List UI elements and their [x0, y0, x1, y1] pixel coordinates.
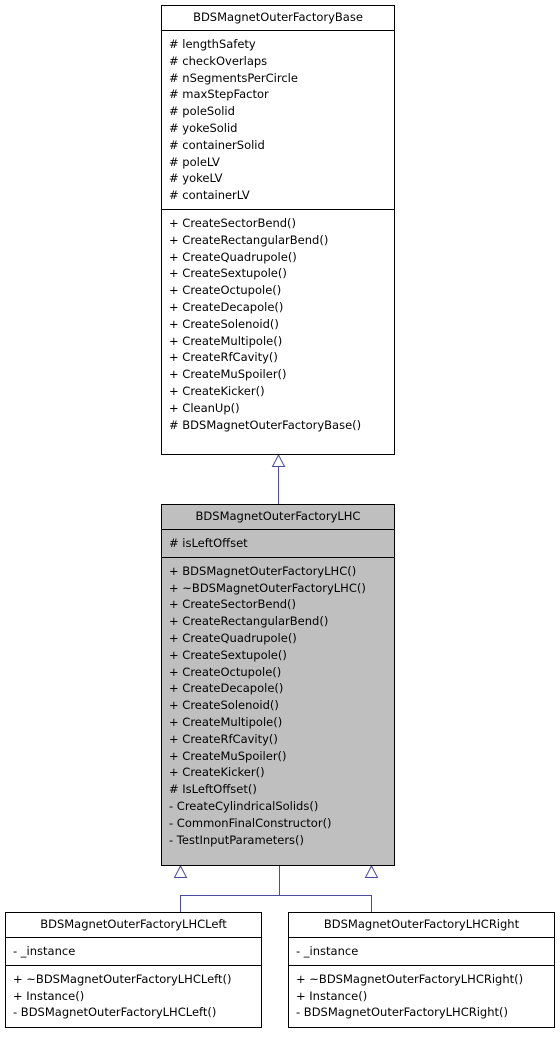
- edge-lhc-to-base: [278, 466, 279, 504]
- class-method: + CreateRectangularBend(): [169, 614, 329, 629]
- class-title-lhc-left: BDSMagnetOuterFactoryLHCLeft: [6, 913, 261, 938]
- class-method: + CreateMultipole(): [169, 333, 283, 348]
- class-method: - BDSMagnetOuterFactoryLHCLeft(): [13, 1005, 217, 1020]
- class-attribute: # nSegmentsPerCircle: [169, 70, 298, 85]
- class-attribute: # lengthSafety: [169, 37, 256, 51]
- class-attribute: # poleLV: [169, 154, 220, 169]
- class-method: + ~BDSMagnetOuterFactoryLHCLeft(): [13, 971, 232, 986]
- class-method: + CreateSolenoid(): [169, 316, 279, 331]
- inheritance-arrow-base: [271, 453, 286, 467]
- class-attributes-lhc: # isLeftOffset: [162, 530, 394, 558]
- edge-right-branch-horizontal: [279, 895, 372, 896]
- class-box-lhc[interactable]: BDSMagnetOuterFactoryLHC # isLeftOffset …: [161, 504, 395, 866]
- class-method: + CreateOctupole(): [169, 664, 282, 679]
- class-method: - CreateCylindricalSolids(): [169, 798, 319, 813]
- class-methods-lhc-right: + ~BDSMagnetOuterFactoryLHCRight() + Ins…: [289, 966, 554, 1026]
- class-attributes-base: # lengthSafety # checkOverlaps # nSegmen…: [162, 31, 394, 210]
- class-methods-lhc: + BDSMagnetOuterFactoryLHC() + ~BDSMagne…: [162, 558, 394, 854]
- class-method: + CreateKicker(): [169, 383, 265, 398]
- class-method: + CreateDecapole(): [169, 681, 284, 696]
- edge-left-branch-horizontal: [180, 895, 279, 896]
- class-box-lhc-left[interactable]: BDSMagnetOuterFactoryLHCLeft - _instance…: [5, 912, 262, 1028]
- class-attribute: # containerLV: [169, 188, 250, 203]
- class-attribute: - _instance: [13, 944, 76, 958]
- class-attribute: # checkOverlaps: [169, 53, 268, 68]
- class-title-lhc-right: BDSMagnetOuterFactoryLHCRight: [289, 913, 554, 938]
- class-box-base[interactable]: BDSMagnetOuterFactoryBase # lengthSafety…: [161, 5, 395, 455]
- class-method: + CreateKicker(): [169, 765, 265, 780]
- class-method: + CreateRfCavity(): [169, 731, 278, 746]
- class-methods-lhc-left: + ~BDSMagnetOuterFactoryLHCLeft() + Inst…: [6, 966, 261, 1026]
- class-method: + CreateMultipole(): [169, 714, 283, 729]
- class-method: # IsLeftOffset(): [169, 782, 257, 797]
- class-method: + CreateMuSpoiler(): [169, 367, 287, 382]
- class-attribute: # isLeftOffset: [169, 536, 248, 550]
- class-method: + CreateSectorBend(): [169, 597, 296, 612]
- class-attribute: # yokeSolid: [169, 120, 238, 135]
- class-method: - TestInputParameters(): [169, 832, 305, 847]
- class-method: + BDSMagnetOuterFactoryLHC(): [169, 563, 357, 578]
- edge-right-branch-vertical: [371, 895, 372, 912]
- class-method: - CommonFinalConstructor(): [169, 815, 332, 830]
- class-method: # BDSMagnetOuterFactoryBase(): [169, 417, 362, 432]
- class-method: + CreateRfCavity(): [169, 350, 278, 365]
- class-methods-base: + CreateSectorBend() + CreateRectangular…: [162, 210, 394, 438]
- class-method: + CreateSectorBend(): [169, 215, 296, 230]
- class-attributes-lhc-right: - _instance: [289, 938, 554, 966]
- class-method: + CreateMuSpoiler(): [169, 748, 287, 763]
- class-method: + CreateDecapole(): [169, 299, 284, 314]
- class-method: + CleanUp(): [169, 400, 240, 415]
- class-method: + Instance(): [13, 988, 85, 1003]
- class-title-base: BDSMagnetOuterFactoryBase: [162, 6, 394, 31]
- class-method: + CreateSextupole(): [169, 266, 287, 281]
- class-attributes-lhc-left: - _instance: [6, 938, 261, 966]
- class-method: - BDSMagnetOuterFactoryLHCRight(): [296, 1005, 508, 1020]
- class-attribute: # poleSolid: [169, 104, 235, 119]
- class-box-lhc-right[interactable]: BDSMagnetOuterFactoryLHCRight - _instanc…: [288, 912, 555, 1028]
- class-attribute: - _instance: [296, 944, 359, 958]
- class-title-lhc: BDSMagnetOuterFactoryLHC: [162, 505, 394, 530]
- class-method: + CreateSextupole(): [169, 647, 287, 662]
- inheritance-arrow-lhc-right: [364, 864, 379, 878]
- edge-left-branch-vertical: [180, 895, 181, 912]
- class-method: + CreateOctupole(): [169, 283, 282, 298]
- class-method: + ~BDSMagnetOuterFactoryLHC(): [169, 580, 366, 595]
- class-method: + ~BDSMagnetOuterFactoryLHCRight(): [296, 971, 524, 986]
- edge-lhc-bottom-stub-left: [279, 866, 280, 896]
- class-method: + CreateSolenoid(): [169, 698, 279, 713]
- class-method: + CreateRectangularBend(): [169, 232, 329, 247]
- class-method: + CreateQuadrupole(): [169, 249, 297, 264]
- class-attribute: # yokeLV: [169, 171, 223, 186]
- class-attribute: # containerSolid: [169, 137, 265, 152]
- class-attribute: # maxStepFactor: [169, 87, 269, 102]
- inheritance-arrow-lhc-left: [173, 864, 188, 878]
- class-method: + CreateQuadrupole(): [169, 630, 297, 645]
- class-method: + Instance(): [296, 988, 368, 1003]
